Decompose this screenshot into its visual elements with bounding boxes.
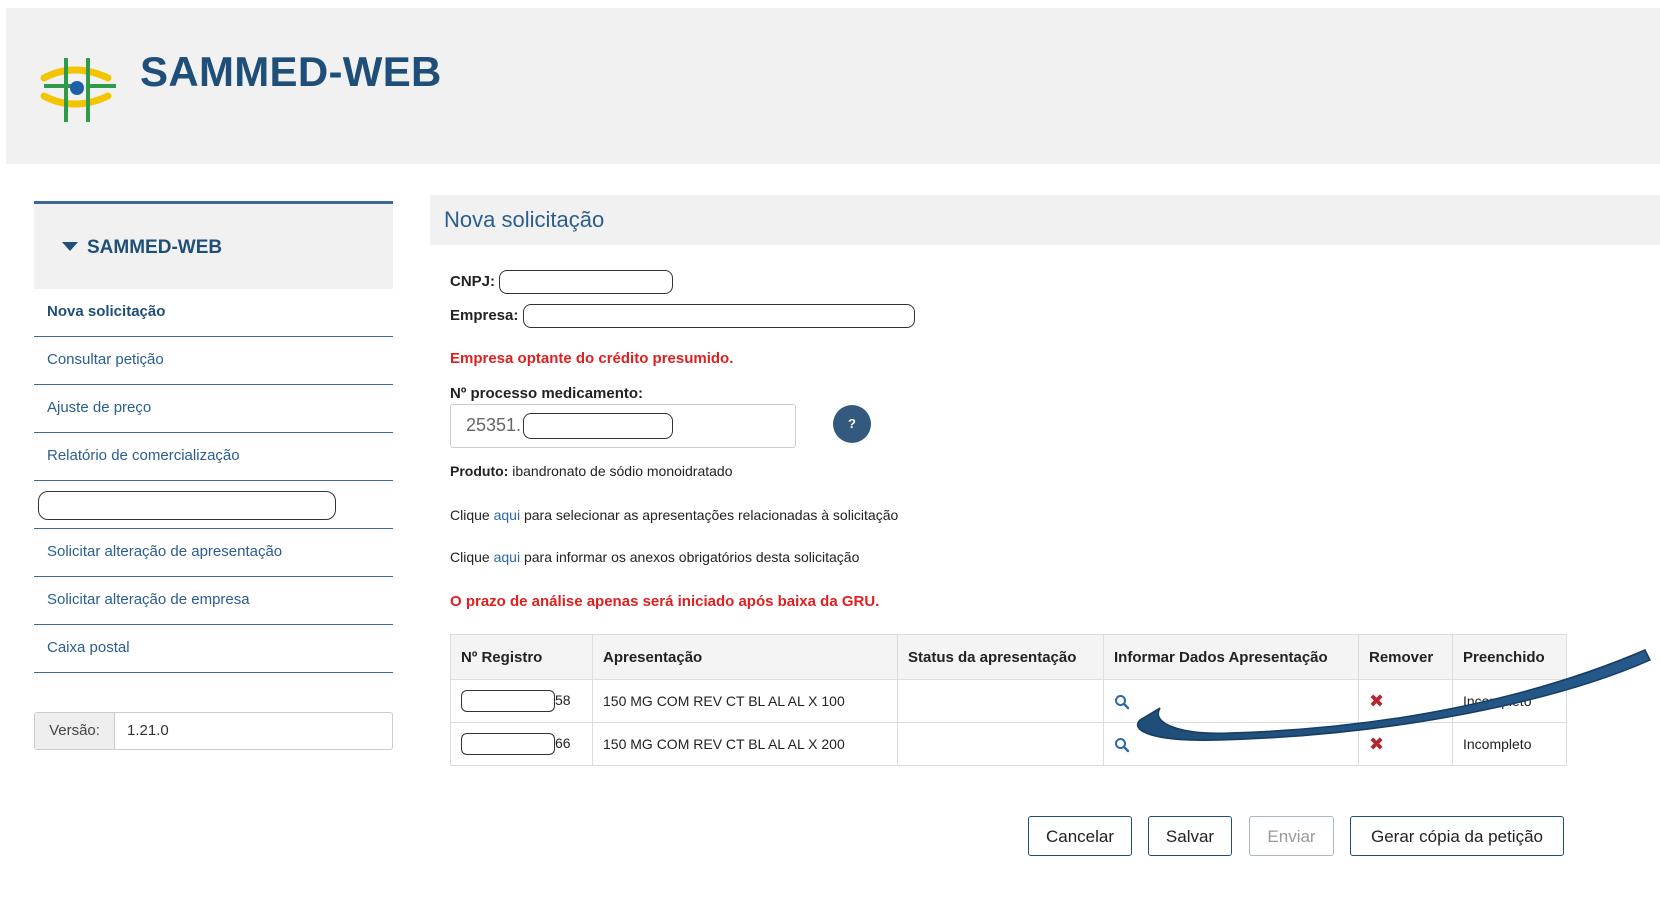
save-button[interactable]: Salvar [1148, 816, 1232, 856]
annotation-arrow [1136, 649, 1652, 741]
cancel-button[interactable]: Cancelar [1028, 816, 1132, 856]
copy-petition-button[interactable]: Gerar cópia da petição [1350, 816, 1564, 856]
send-button[interactable]: Enviar [1249, 816, 1334, 856]
